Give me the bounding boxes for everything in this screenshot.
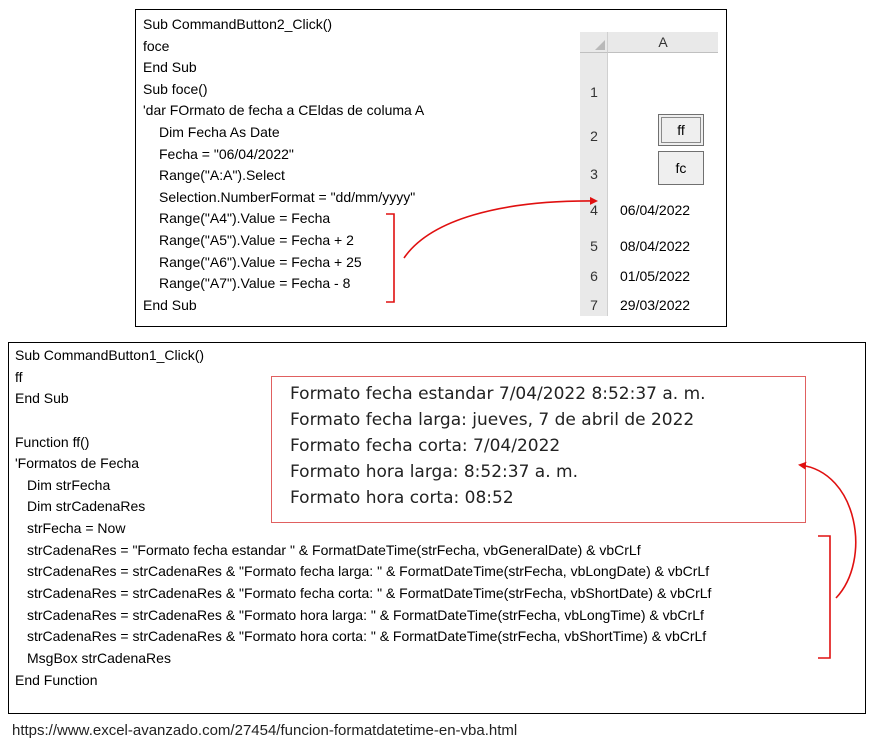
cell-a6[interactable]: 01/05/2022: [620, 268, 690, 284]
code-line: Sub foce(): [143, 80, 208, 97]
msgbox-line-long-time: Formato hora larga: 8:52:37 a. m.: [290, 462, 578, 482]
bottom-code-panel: Sub CommandButton1_Click() ff End Sub Fu…: [8, 342, 866, 714]
code-line: strCadenaRes = strCadenaRes & "Formato h…: [27, 628, 707, 645]
code-line: strCadenaRes = strCadenaRes & "Formato h…: [27, 606, 704, 623]
code-line: End Sub: [143, 296, 197, 313]
row-header-6[interactable]: 6: [580, 268, 608, 284]
code-line: Range("A6").Value = Fecha + 25: [159, 253, 362, 270]
cell-a5[interactable]: 08/04/2022: [620, 238, 690, 254]
code-line: Selection.NumberFormat = "dd/mm/yyyy": [159, 188, 416, 205]
fc-command-button[interactable]: fc: [658, 151, 704, 185]
select-all-triangle-icon: [595, 40, 605, 50]
code-line: Range("A4").Value = Fecha: [159, 210, 331, 227]
source-url[interactable]: https://www.excel-avanzado.com/27454/fun…: [12, 722, 517, 739]
msgbox-output: Formato fecha estandar 7/04/2022 8:52:37…: [271, 376, 806, 523]
top-code-panel: Sub CommandButton2_Click() foce End Sub …: [135, 9, 727, 327]
row-header-5[interactable]: 5: [580, 238, 608, 254]
cell-a4[interactable]: 06/04/2022: [620, 202, 690, 218]
code-line: Range("A5").Value = Fecha + 2: [159, 231, 354, 248]
msgbox-line-short-time: Formato hora corta: 08:52: [290, 488, 514, 508]
code-line: Fecha = "06/04/2022": [159, 145, 294, 162]
row-header-1[interactable]: 1: [580, 84, 608, 100]
spreadsheet: A 1 2 3 4 5 6 7 06/04/2022 08/04/2022 01…: [580, 32, 718, 316]
ff-command-button[interactable]: ff: [658, 114, 704, 146]
msgbox-line-long-date: Formato fecha larga: jueves, 7 de abril …: [290, 410, 695, 430]
row-header-7[interactable]: 7: [580, 297, 608, 313]
code-line: strCadenaRes = strCadenaRes & "Formato f…: [27, 585, 712, 602]
code-comment-line: 'dar FOrmato de fecha a CEldas de columa…: [143, 102, 425, 119]
code-line: End Function: [15, 671, 98, 688]
row-header-3[interactable]: 3: [580, 166, 608, 182]
code-line: strCadenaRes = "Formato fecha estandar "…: [27, 541, 641, 558]
row-header-2[interactable]: 2: [580, 128, 608, 144]
code-line: Range("A:A").Select: [159, 167, 285, 184]
code-line: End Sub: [143, 59, 197, 76]
msgbox-line-general-date: Formato fecha estandar 7/04/2022 8:52:37…: [290, 384, 706, 404]
select-all-corner[interactable]: [580, 32, 608, 53]
top-code-block: Sub CommandButton2_Click() foce End Sub …: [143, 14, 424, 316]
code-line: Range("A7").Value = Fecha - 8: [159, 275, 351, 292]
code-line: MsgBox strCadenaRes: [27, 649, 171, 666]
column-header-a[interactable]: A: [608, 32, 718, 53]
code-line: foce: [143, 37, 170, 54]
code-line: Dim Fecha As Date: [159, 123, 280, 140]
code-line: Sub CommandButton1_Click(): [15, 347, 205, 363]
code-line: strCadenaRes = strCadenaRes & "Formato f…: [27, 563, 710, 580]
code-line: Sub CommandButton2_Click(): [143, 16, 333, 32]
row-header-4[interactable]: 4: [580, 202, 608, 218]
msgbox-line-short-date: Formato fecha corta: 7/04/2022: [290, 436, 561, 456]
cell-a7[interactable]: 29/03/2022: [620, 297, 690, 313]
